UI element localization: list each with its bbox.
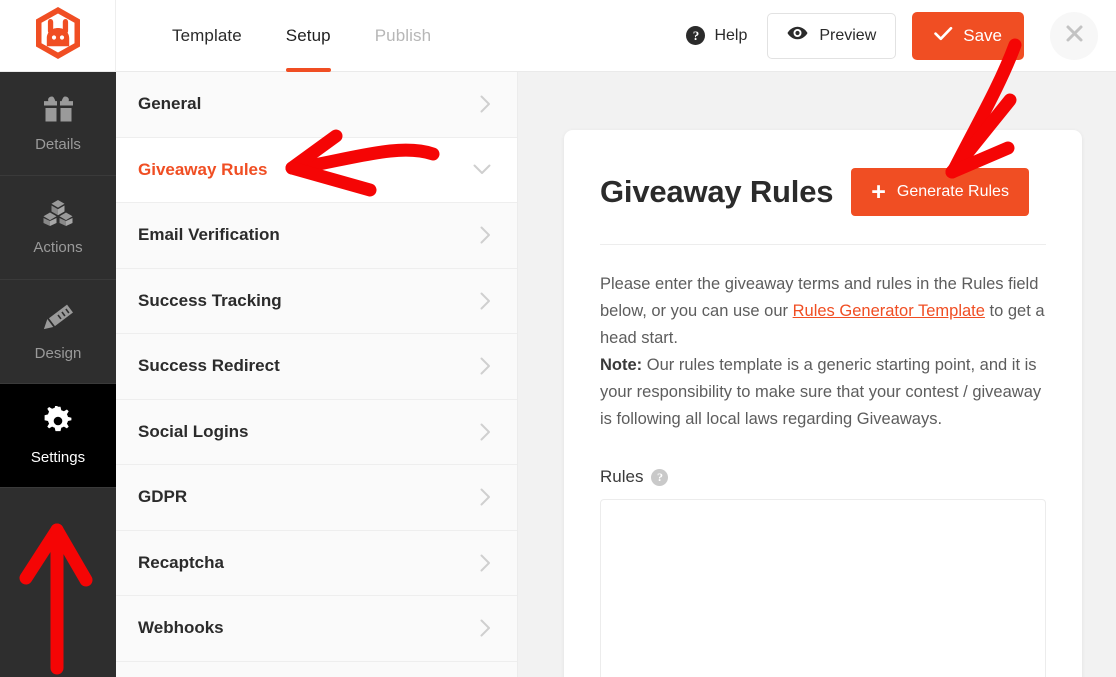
chevron-right-icon [480, 554, 491, 572]
tab-setup-label: Setup [285, 25, 331, 45]
help-button-label: Help [714, 26, 748, 44]
rules-field-label: Rules [600, 467, 644, 487]
chevron-down-icon [473, 164, 491, 175]
sidebar-item-design-label: Design [34, 344, 82, 362]
preview-button[interactable]: Preview [767, 12, 897, 59]
preview-button-label: Preview [819, 26, 877, 44]
tab-publish-label: Publish [374, 25, 432, 45]
chevron-right-icon [480, 95, 491, 113]
checkmark-icon [934, 26, 953, 46]
help-button[interactable]: ? Help [682, 20, 751, 51]
save-button-label: Save [963, 25, 1002, 45]
rules-description: Please enter the giveaway terms and rule… [600, 271, 1046, 433]
builder-tabs: Template Setup Publish [150, 0, 453, 72]
plus-icon: + [871, 177, 886, 206]
sidebar-item-settings-label: Settings [30, 448, 86, 466]
chevron-right-icon [480, 292, 491, 310]
left-nav-rail: Details Actions Design Settings [0, 72, 116, 677]
close-icon [1065, 24, 1084, 48]
tab-template-label: Template [172, 25, 242, 45]
giveaway-rules-card: Giveaway Rules + Generate Rules Please e… [564, 130, 1082, 677]
gear-icon [43, 403, 73, 440]
settings-item-success-tracking[interactable]: Success Tracking [116, 268, 517, 334]
settings-item-webhooks-label: Webhooks [138, 618, 224, 638]
close-button[interactable] [1050, 11, 1098, 60]
tab-publish[interactable]: Publish [353, 0, 453, 72]
eye-icon [787, 26, 808, 45]
top-bar-actions: ? Help Preview Save [682, 11, 1116, 60]
settings-item-general-label: General [138, 94, 202, 114]
chevron-right-icon [480, 423, 491, 441]
card-header: Giveaway Rules + Generate Rules [600, 168, 1046, 216]
sidebar-item-details-label: Details [35, 135, 81, 153]
rafflepress-bunny-logo-icon [33, 6, 83, 65]
chevron-right-icon [480, 619, 491, 637]
generate-rules-button-label: Generate Rules [896, 183, 1009, 200]
rafflepress-giveaway-builder: Template Setup Publish ? Help Preview Sa… [0, 0, 1116, 677]
gift-icon [43, 95, 74, 127]
rules-textarea[interactable] [600, 499, 1046, 677]
sidebar-item-design[interactable]: Design [0, 280, 116, 384]
tab-setup[interactable]: Setup [264, 0, 353, 72]
sidebar-item-details[interactable]: Details [0, 72, 116, 176]
settings-detail-panel: Giveaway Rules + Generate Rules Please e… [518, 72, 1116, 677]
settings-item-social-logins[interactable]: Social Logins [116, 399, 517, 465]
page-title: Giveaway Rules [600, 174, 834, 209]
settings-item-webhooks[interactable]: Webhooks [116, 596, 517, 662]
chevron-right-icon [480, 357, 491, 375]
blocks-icon [43, 199, 73, 230]
sidebar-item-settings[interactable]: Settings [0, 384, 116, 488]
rules-generator-template-link[interactable]: Rules Generator Template [793, 302, 985, 320]
tab-template[interactable]: Template [150, 0, 264, 72]
generate-rules-button[interactable]: + Generate Rules [851, 168, 1029, 216]
sidebar-item-actions-label: Actions [33, 239, 83, 256]
settings-item-email-verification[interactable]: Email Verification [116, 203, 517, 269]
settings-item-general[interactable]: General [116, 72, 517, 138]
settings-item-success-tracking-label: Success Tracking [138, 290, 282, 310]
app-logo[interactable] [0, 0, 116, 72]
top-bar: Template Setup Publish ? Help Preview Sa… [0, 0, 1116, 72]
settings-accordion-list: General Giveaway Rules Email Verificatio… [116, 72, 518, 677]
settings-item-email-verification-label: Email Verification [138, 225, 280, 245]
sidebar-item-actions[interactable]: Actions [0, 176, 116, 280]
chevron-right-icon [480, 226, 491, 244]
settings-item-gdpr-label: GDPR [138, 487, 188, 507]
settings-item-recaptcha[interactable]: Recaptcha [116, 530, 517, 596]
settings-item-success-redirect-label: Success Redirect [138, 356, 280, 376]
header-divider [600, 244, 1046, 245]
settings-item-recaptcha-label: Recaptcha [138, 552, 224, 572]
rules-field-label-row: Rules ? [600, 467, 1046, 487]
settings-item-social-logins-label: Social Logins [138, 421, 249, 441]
settings-item-gdpr[interactable]: GDPR [116, 465, 517, 531]
save-button[interactable]: Save [912, 11, 1024, 60]
note-text: Our rules template is a generic starting… [600, 356, 1042, 429]
question-mark-circle-icon[interactable]: ? [651, 468, 669, 486]
settings-item-giveaway-rules[interactable]: Giveaway Rules [116, 137, 517, 203]
pencil-ruler-icon [43, 302, 74, 336]
settings-item-giveaway-rules-label: Giveaway Rules [138, 159, 268, 179]
chevron-right-icon [480, 488, 491, 506]
note-label: Note: [600, 356, 643, 375]
question-mark-circle-icon: ? [686, 26, 706, 45]
settings-item-success-redirect[interactable]: Success Redirect [116, 334, 517, 400]
